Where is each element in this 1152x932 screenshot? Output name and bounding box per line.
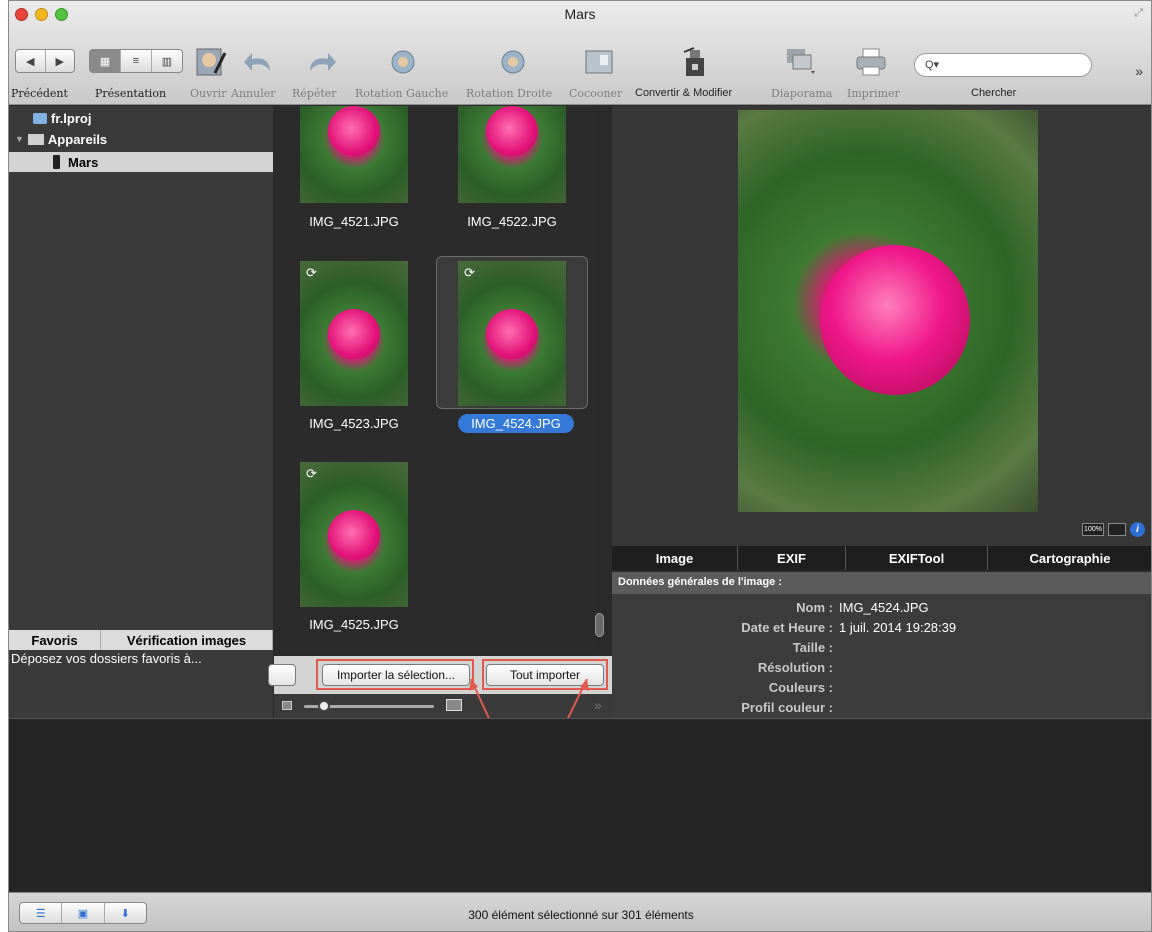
image-info-panel: Nom : IMG_4524.JPG Date et Heure : 1 juil.… <box>612 594 1151 718</box>
thumbnail-img-4524[interactable]: ⟳ <box>458 261 566 406</box>
image-preview-pane: 100% i <box>612 106 1151 546</box>
status-bar: ☰ ▣ ⬇ 300 élément sélectionné sur 301 él… <box>9 892 1151 931</box>
vertical-scrollbar[interactable] <box>595 613 604 637</box>
devices-icon <box>27 133 44 145</box>
open-icon[interactable] <box>191 45 231 79</box>
info-key: Taille : <box>792 640 833 655</box>
info-key: Résolution : <box>757 660 833 675</box>
disclosure-triangle-icon[interactable]: ▼ <box>15 134 24 144</box>
list-view-icon[interactable]: ≡ <box>121 50 152 72</box>
rose-image <box>486 309 538 359</box>
slider-knob[interactable] <box>318 700 330 712</box>
search-input[interactable]: Q▾ <box>914 53 1092 77</box>
toolbar-label-rotate-left[interactable]: Rotation Gauche <box>355 87 448 100</box>
print-icon[interactable] <box>851 45 891 79</box>
redo-icon[interactable] <box>303 45 339 79</box>
phone-icon <box>53 155 60 169</box>
info-key: Nom : <box>796 600 833 615</box>
toolbar-label-view[interactable]: Présentation <box>95 87 166 100</box>
sidebar-item-mars[interactable]: Mars <box>9 152 273 172</box>
rotate-left-icon[interactable] <box>383 45 423 79</box>
back-forward-control[interactable]: ◀ ▶ <box>15 49 75 73</box>
info-key: Profil couleur : <box>741 700 833 715</box>
sidebar-item-label: Appareils <box>47 131 108 147</box>
window-title: Mars <box>564 6 596 22</box>
sidebar-tabs: Favoris Vérification images <box>9 630 273 650</box>
grid-view-icon[interactable]: ▦ <box>90 50 121 72</box>
sync-icon: ⟳ <box>306 265 317 280</box>
slideshow-icon[interactable] <box>781 45 821 79</box>
info-header: Données générales de l'image : <box>612 572 1151 594</box>
sidebar-item-devices[interactable]: ▼ Appareils <box>9 129 273 149</box>
thumbnail-label: IMG_4521.JPG <box>309 214 399 229</box>
thumbnail-label: IMG_4523.JPG <box>309 416 399 431</box>
zoom-badge[interactable]: 100% <box>1082 523 1104 536</box>
info-key: Date et Heure : <box>741 620 833 635</box>
small-thumbnail-icon <box>282 701 292 710</box>
sync-icon: ⟳ <box>464 265 475 280</box>
info-key: Couleurs : <box>768 680 833 695</box>
toolbar-overflow-icon[interactable]: » <box>1135 63 1143 79</box>
sidebar-item-label: Mars <box>68 154 99 170</box>
thumbnail-img-4523[interactable]: ⟳ <box>300 261 408 406</box>
zoom-badge-label: 100% <box>1084 526 1102 533</box>
thumbnail-grid[interactable]: IMG_4521.JPG IMG_4522.JPG ⟳ ⟳ IMG_4523.J… <box>274 106 594 654</box>
toolbar-label-back[interactable]: Précédent <box>11 87 68 100</box>
thumbnail-label: IMG_4525.JPG <box>309 617 399 632</box>
back-icon[interactable]: ◀ <box>16 50 46 72</box>
rose-image <box>328 510 380 560</box>
folder-icon <box>33 112 47 124</box>
search-icon: Q▾ <box>925 59 940 71</box>
sidebar-item-label: fr.lproj <box>51 110 92 126</box>
fullscreen-icon[interactable]: ⤢ <box>1134 7 1143 20</box>
toolbar-label-convert[interactable]: Convertir & Modifier <box>635 87 732 99</box>
info-icon[interactable]: i <box>1130 522 1145 537</box>
cocoon-icon[interactable] <box>579 45 619 79</box>
toolbar-label-print[interactable]: Imprimer <box>847 87 900 100</box>
tab-exif[interactable]: EXIF <box>738 546 846 570</box>
sync-icon: ⟳ <box>306 466 317 481</box>
empty-panel <box>9 718 1151 892</box>
sidebar-item-fr-lproj[interactable]: fr.lproj <box>9 108 273 128</box>
histogram-icon[interactable] <box>1108 523 1126 536</box>
tab-cartography[interactable]: Cartographie <box>988 546 1151 570</box>
preview-image[interactable] <box>738 110 1038 512</box>
thumbnail-img-4522[interactable] <box>458 106 566 203</box>
empty-button[interactable] <box>268 664 296 686</box>
rotate-right-icon[interactable] <box>493 45 533 79</box>
info-tabs: Image EXIF EXIFTool Cartographie <box>612 546 1151 570</box>
tab-image-check[interactable]: Vérification images <box>101 630 273 650</box>
rose-image <box>820 245 970 395</box>
toolbar-label-undo[interactable]: Annuler <box>231 87 275 100</box>
toolbar: Mars ⤢ ◀ ▶ ▦ ≡ ▥ Q▾ » Précédent Présenta… <box>9 1 1151 105</box>
filmstrip-view-icon[interactable]: ▥ <box>152 50 182 72</box>
info-value: IMG_4524.JPG <box>839 600 929 615</box>
thumbnail-img-4521[interactable] <box>300 106 408 203</box>
rose-image <box>486 106 538 156</box>
thumbnail-label: IMG_4522.JPG <box>467 214 557 229</box>
main-window: Mars ⤢ ◀ ▶ ▦ ≡ ▥ Q▾ » Précédent Présenta… <box>8 0 1152 932</box>
status-text: 300 élément sélectionné sur 301 éléments <box>468 908 694 922</box>
tab-favorites[interactable]: Favoris <box>9 630 101 650</box>
toolbar-label-search: Chercher <box>971 87 1017 99</box>
thumbnail-img-4525[interactable]: ⟳ <box>300 462 408 607</box>
forward-icon[interactable]: ▶ <box>46 50 75 72</box>
toolbar-label-rotate-right[interactable]: Rotation Droite <box>466 87 552 100</box>
toolbar-label-redo[interactable]: Répéter <box>292 87 337 100</box>
view-mode-control[interactable]: ▦ ≡ ▥ <box>89 49 183 73</box>
rose-image <box>328 106 380 156</box>
favorites-hint: Déposez vos dossiers favoris à... <box>11 651 202 666</box>
tab-image[interactable]: Image <box>612 546 738 570</box>
thumbnail-label-selected: IMG_4524.JPG <box>458 414 574 433</box>
toolbar-label-open[interactable]: Ouvrir <box>190 87 226 100</box>
convert-icon[interactable] <box>675 45 715 79</box>
toolbar-label-cocoon[interactable]: Cocooner <box>569 87 622 100</box>
rose-image <box>328 309 380 359</box>
tab-exiftool[interactable]: EXIFTool <box>846 546 988 570</box>
undo-icon[interactable] <box>241 45 277 79</box>
info-value: 1 juil. 2014 19:28:39 <box>839 620 957 635</box>
toolbar-label-slideshow[interactable]: Diaporama <box>771 87 832 100</box>
sidebar: fr.lproj ▼ Appareils Mars Favoris Vérifi… <box>9 106 273 718</box>
